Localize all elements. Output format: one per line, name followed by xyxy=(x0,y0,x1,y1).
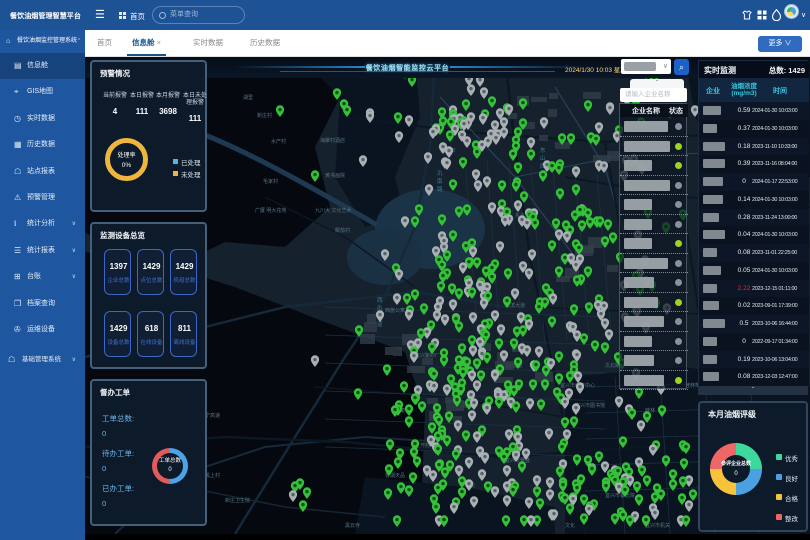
svg-text:新庄卫生院: 新庄卫生院 xyxy=(225,497,250,504)
svg-text:海聚村酒店: 海聚村酒店 xyxy=(320,137,345,144)
svg-text:椰茄村: 椰茄村 xyxy=(335,227,350,234)
svg-text:西施公寓: 西施公寓 xyxy=(385,307,405,314)
svg-text:九川大 文化艺术: 九川大 文化艺术 xyxy=(315,207,351,214)
svg-text:东: 东 xyxy=(540,146,546,154)
svg-text:毛家村: 毛家村 xyxy=(263,178,278,185)
svg-text:黄书画院: 黄书画院 xyxy=(325,172,345,179)
svg-text:山: 山 xyxy=(540,154,546,162)
svg-text:黑云寺: 黑云寺 xyxy=(345,523,360,529)
svg-text:黑上村: 黑上村 xyxy=(205,472,220,479)
svg-text:新庄村: 新庄村 xyxy=(257,112,272,119)
svg-text:广厦 明大花苑: 广厦 明大花苑 xyxy=(255,207,286,214)
svg-text:宜兴市警念院: 宜兴市警念院 xyxy=(605,492,635,499)
svg-text:氿: 氿 xyxy=(437,169,443,177)
svg-text:水产村: 水产村 xyxy=(271,138,286,145)
svg-text:南: 南 xyxy=(437,177,443,185)
svg-text:西: 西 xyxy=(377,297,383,304)
svg-text:湖里: 湖里 xyxy=(243,94,253,101)
svg-text:路: 路 xyxy=(437,185,443,193)
svg-text:文化: 文化 xyxy=(565,522,575,529)
svg-text:宜兴紫砂厂: 宜兴紫砂厂 xyxy=(415,352,440,359)
